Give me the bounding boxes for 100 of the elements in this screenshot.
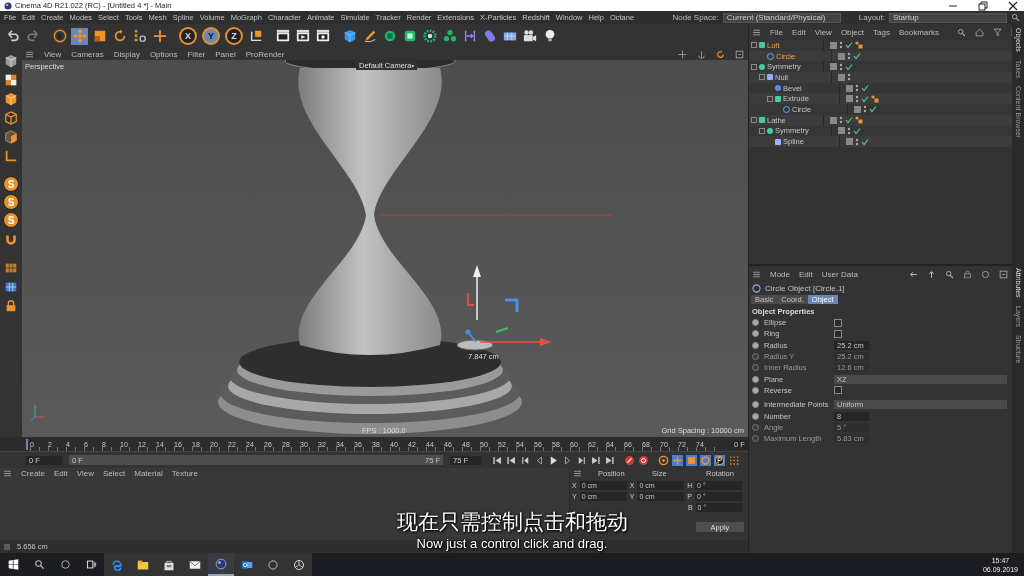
keyframe-dot[interactable] (752, 375, 759, 383)
check-icon[interactable] (845, 41, 853, 50)
pan-icon[interactable] (678, 49, 687, 59)
material-menu-item[interactable]: Edit (54, 469, 68, 478)
visibility-dots-icon[interactable] (847, 52, 851, 61)
step-forward-icon[interactable] (562, 454, 573, 466)
pen-icon[interactable] (362, 29, 377, 43)
object-menu-item[interactable]: Edit (791, 27, 806, 37)
cube-icon[interactable] (4, 110, 18, 125)
visibility-dots-icon[interactable] (839, 41, 843, 50)
move-gizmo-drawing[interactable] (465, 265, 552, 346)
skip-end-icon[interactable] (590, 454, 601, 466)
dots-icon[interactable] (728, 454, 739, 466)
layer-swatch[interactable] (846, 84, 853, 92)
keyframe-dot[interactable] (752, 319, 759, 327)
filter-icon[interactable] (992, 27, 1002, 37)
layer-swatch[interactable] (846, 95, 853, 103)
viewport-menu-item[interactable]: ProRender (245, 49, 285, 59)
square-icon[interactable] (686, 454, 697, 466)
cube-icon[interactable] (342, 29, 357, 43)
search-icon[interactable] (33, 559, 45, 570)
keyframe-dot[interactable] (752, 341, 759, 349)
visibility-dots-icon[interactable] (839, 62, 843, 71)
corner-icon[interactable] (4, 148, 18, 163)
material-menu-item[interactable]: Create (21, 469, 45, 478)
layer-swatch[interactable] (838, 52, 845, 60)
back-arrow-icon[interactable] (909, 269, 918, 279)
clapperboard-icon[interactable] (315, 29, 330, 43)
axis-lock-button[interactable]: X (179, 27, 197, 45)
viewport-menu-item[interactable]: Cameras (71, 49, 104, 59)
circle-icon[interactable] (59, 559, 71, 570)
camera-icon[interactable] (522, 29, 537, 43)
attribute-menu-item[interactable]: Mode (770, 269, 790, 279)
viewport-menu-item[interactable]: View (44, 49, 62, 59)
check-icon[interactable] (853, 52, 861, 61)
search-icon[interactable] (945, 269, 954, 279)
check-icon[interactable] (853, 126, 861, 135)
taskbar-app[interactable] (234, 553, 260, 576)
recent-tools-icon[interactable] (132, 29, 147, 43)
rotate-icon[interactable] (700, 454, 711, 466)
object-menu-item[interactable]: Object (840, 27, 864, 37)
tag-icon[interactable] (855, 41, 863, 50)
keyframe-dot[interactable] (752, 330, 759, 338)
expand-toggle[interactable] (751, 42, 757, 49)
layer-swatch[interactable] (838, 73, 845, 81)
checkbox[interactable] (834, 318, 842, 327)
viewport-menu-item[interactable]: Filter (187, 49, 206, 59)
expand-toggle[interactable] (767, 95, 773, 102)
gear-icon[interactable] (422, 29, 437, 43)
visibility-dots-icon[interactable] (855, 94, 859, 103)
material-menu-item[interactable]: Select (103, 469, 126, 478)
layer-swatch[interactable] (854, 105, 861, 113)
search-icon[interactable] (956, 27, 966, 37)
viewport-menu-item[interactable]: Panel (215, 49, 236, 59)
visibility-dots-icon[interactable] (855, 84, 859, 93)
lock-icon[interactable] (963, 269, 972, 279)
step-back-icon[interactable] (520, 454, 531, 466)
tool-button[interactable] (51, 27, 68, 45)
layout-dropdown[interactable]: Startup (889, 12, 1007, 23)
checkbox[interactable] (834, 386, 842, 395)
task-view-icon[interactable] (85, 559, 97, 570)
restore-icon[interactable] (978, 0, 988, 11)
lock-icon[interactable] (4, 298, 18, 313)
checkbox[interactable] (834, 329, 842, 338)
taskbar-app[interactable] (182, 553, 208, 576)
layer-swatch[interactable] (830, 116, 837, 124)
visibility-dots-icon[interactable] (847, 73, 851, 82)
maximize-icon[interactable] (735, 49, 744, 59)
taskbar-app[interactable] (286, 553, 312, 576)
visibility-dots-icon[interactable] (847, 126, 851, 135)
checker-icon[interactable] (4, 72, 18, 87)
check-icon[interactable] (845, 62, 853, 71)
step-back-icon[interactable] (534, 454, 545, 466)
play-icon[interactable] (548, 454, 559, 466)
visibility-dots-icon[interactable] (863, 105, 867, 114)
param-icon[interactable] (714, 454, 725, 466)
material-menu-item[interactable]: Material (134, 469, 163, 478)
layer-swatch[interactable] (846, 138, 853, 146)
material-menu-item[interactable]: Texture (171, 469, 198, 478)
object-menu-item[interactable]: File (770, 27, 783, 37)
cube-icon[interactable] (4, 53, 18, 68)
tag-icon[interactable] (871, 94, 879, 103)
close-icon[interactable] (1008, 0, 1018, 11)
clapperboard-icon[interactable] (295, 29, 310, 43)
skip-end-icon[interactable] (604, 454, 615, 466)
layer-swatch[interactable] (838, 127, 845, 135)
object-menu-item[interactable]: View (814, 27, 832, 37)
undo-icon[interactable] (5, 29, 20, 43)
axis-lock-button[interactable]: Y (202, 27, 220, 45)
bracket-arrow-icon[interactable] (462, 29, 477, 43)
target-icon[interactable] (658, 454, 669, 466)
coordinate-system-icon[interactable] (248, 29, 263, 43)
keyframe-dot[interactable] (752, 386, 759, 394)
viewport-menu-item[interactable]: Display (113, 49, 140, 59)
up-arrow-icon[interactable] (927, 269, 936, 279)
keyframe-dot[interactable] (752, 412, 759, 420)
tag-icon[interactable] (855, 116, 863, 125)
circle-icon[interactable] (981, 269, 990, 279)
tool-button[interactable] (71, 27, 88, 45)
taskbar-app[interactable] (208, 553, 234, 576)
